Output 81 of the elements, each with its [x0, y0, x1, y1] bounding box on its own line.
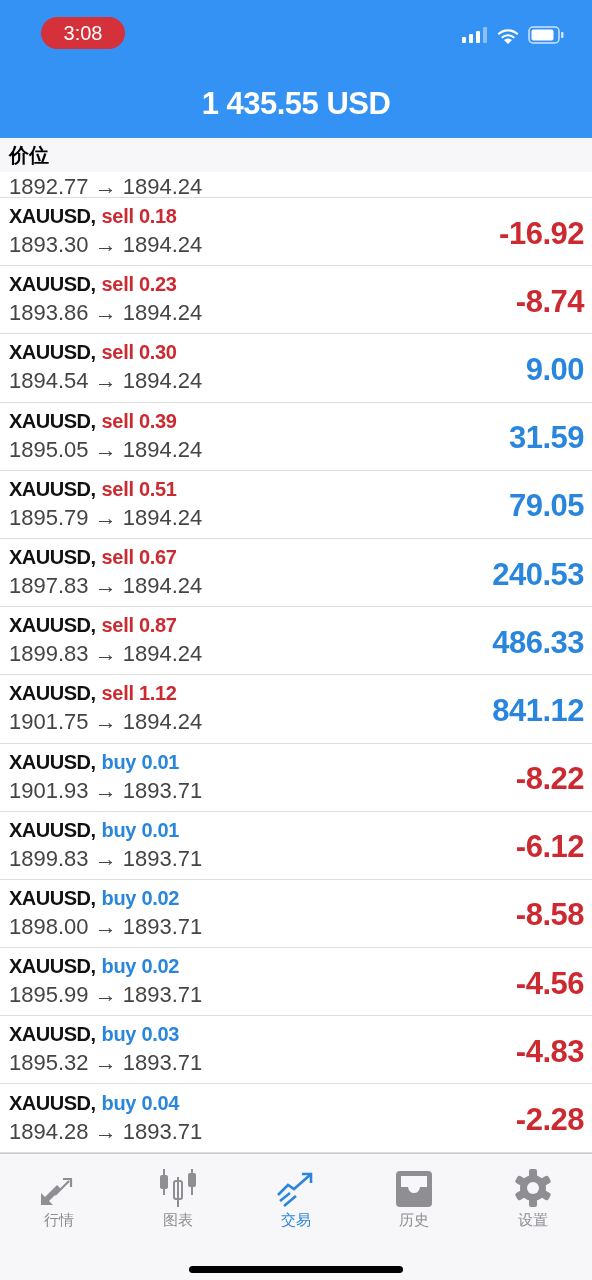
price-range: 1901.93 → 1893.71: [9, 777, 203, 804]
profit-value: 240.53: [492, 556, 584, 593]
profit-value: 9.00: [525, 351, 584, 388]
symbol-label: XAUUSD,: [9, 818, 96, 842]
candlestick-icon: [157, 1168, 198, 1207]
symbol-label: XAUUSD,: [9, 614, 96, 638]
balance-title: 1 435.55 USD: [200, 85, 392, 123]
position-row[interactable]: XAUUSD, sell 0.30 1894.54 → 1894.24 9.00: [0, 334, 592, 403]
symbol-label: XAUUSD,: [9, 205, 96, 229]
position-row[interactable]: XAUUSD, buy 0.02 1898.00 → 1893.71 -8.58: [0, 879, 592, 949]
price-range: 1897.83 → 1894.24: [9, 573, 203, 600]
order-volume: sell 0.51: [101, 477, 177, 501]
profit-value: 79.05: [508, 488, 584, 525]
order-volume: buy 0.01: [101, 750, 180, 774]
symbol-label: XAUUSD,: [9, 546, 96, 570]
position-row[interactable]: XAUUSD, buy 0.03 1895.32 → 1893.71 -4.83: [0, 1016, 592, 1085]
battery-icon: [528, 26, 564, 44]
position-row[interactable]: XAUUSD, sell 0.51 1895.79 → 1894.24 79.05: [0, 470, 592, 539]
profit-value: -8.22: [515, 761, 584, 798]
profit-value: -16.92: [499, 215, 584, 252]
position-row[interactable]: XAUUSD, sell 0.87 1899.83 → 1894.24 486.33: [0, 607, 592, 676]
position-row[interactable]: XAUUSD, buy 0.02 1895.99 → 1893.71 -4.56: [0, 948, 592, 1017]
price-range: 1901.75 → 1894.24: [9, 709, 203, 736]
price-range: 1899.83 → 1893.71: [9, 845, 203, 872]
symbol-label: XAUUSD,: [9, 750, 96, 774]
position-row[interactable]: XAUUSD, sell 0.23 1893.86 → 1894.24 -8.74: [0, 266, 592, 335]
order-volume: buy 0.04: [101, 1091, 180, 1115]
position-row[interactable]: XAUUSD, sell 1.12 1901.75 → 1894.24 841.12: [0, 675, 592, 744]
symbol-label: XAUUSD,: [9, 682, 96, 706]
price-range: 1895.79 → 1894.24: [9, 504, 203, 531]
order-volume: buy 0.02: [101, 886, 180, 910]
order-volume: sell 1.12: [101, 682, 177, 706]
position-row[interactable]: XAUUSD, sell 0.39 1895.05 → 1894.24 31.59: [0, 402, 592, 471]
position-row[interactable]: XAUUSD, buy 0.01 1901.93 → 1893.71 -8.22: [0, 743, 592, 812]
symbol-label: XAUUSD,: [9, 886, 96, 910]
price-range: 1895.99 → 1893.71: [9, 982, 203, 1009]
profit-value: -2.28: [515, 1102, 584, 1139]
profit-value: 31.59: [508, 420, 584, 457]
profit-value: -4.56: [515, 965, 584, 1002]
wifi-icon: [496, 26, 520, 44]
symbol-label: XAUUSD,: [9, 409, 96, 433]
price-range: 1895.32 → 1893.71: [9, 1050, 203, 1077]
order-volume: buy 0.01: [101, 818, 180, 842]
symbol-label: XAUUSD,: [9, 955, 96, 979]
tab-item[interactable]: 交易: [247, 1163, 344, 1230]
profit-value: -8.58: [515, 897, 584, 934]
profit-value: 486.33: [492, 624, 584, 661]
profit-value: 841.12: [492, 692, 584, 729]
order-volume: sell 0.30: [101, 341, 177, 365]
price-range: 1899.83 → 1894.24: [9, 641, 203, 668]
order-volume: sell 0.87: [101, 614, 177, 638]
price-range: 1892.77 → 1894.24: [9, 175, 203, 197]
price-range: 1894.28 → 1893.71: [9, 1118, 203, 1145]
inbox-icon: [394, 1170, 435, 1207]
price-range: 1893.30 → 1894.24: [9, 232, 203, 259]
status-time: 3:08: [41, 17, 125, 49]
price-range: 1895.05 → 1894.24: [9, 436, 203, 463]
symbol-label: XAUUSD,: [9, 477, 96, 501]
order-volume: sell 0.18: [101, 205, 177, 229]
position-row[interactable]: XAUUSD, buy 0.01 1899.83 → 1893.71 -6.12: [0, 811, 592, 880]
settings-icon: [513, 1168, 552, 1207]
order-volume: sell 0.23: [101, 273, 177, 297]
symbol-label: XAUUSD,: [9, 1023, 96, 1047]
profit-value: -8.74: [515, 283, 584, 320]
order-volume: sell 0.67: [101, 546, 177, 570]
position-row[interactable]: XAUUSD, sell 0.67 1897.83 → 1894.24 240.53: [0, 538, 592, 608]
symbol-label: XAUUSD,: [9, 273, 96, 297]
profit-value: -4.83: [515, 1033, 584, 1070]
order-volume: buy 0.03: [101, 1023, 180, 1047]
signal-icon: [462, 27, 488, 43]
price-range: 1893.86 → 1894.24: [9, 300, 203, 327]
position-row[interactable]: XAUUSD, sell 0.18 1893.30 → 1894.24 -16.92: [0, 198, 592, 267]
profit-value: -6.12: [515, 829, 584, 866]
symbol-label: XAUUSD,: [9, 1091, 96, 1115]
symbol-label: XAUUSD,: [9, 341, 96, 365]
order-volume: buy 0.02: [101, 955, 180, 979]
price-range: 1894.54 → 1894.24: [9, 368, 203, 395]
price-range: 1898.00 → 1893.71: [9, 913, 203, 940]
section-header: 价位: [0, 138, 592, 172]
order-volume: sell 0.39: [101, 409, 177, 433]
position-row[interactable]: XAUUSD, buy 0.04 1894.28 → 1893.71 -2.28: [0, 1084, 592, 1153]
